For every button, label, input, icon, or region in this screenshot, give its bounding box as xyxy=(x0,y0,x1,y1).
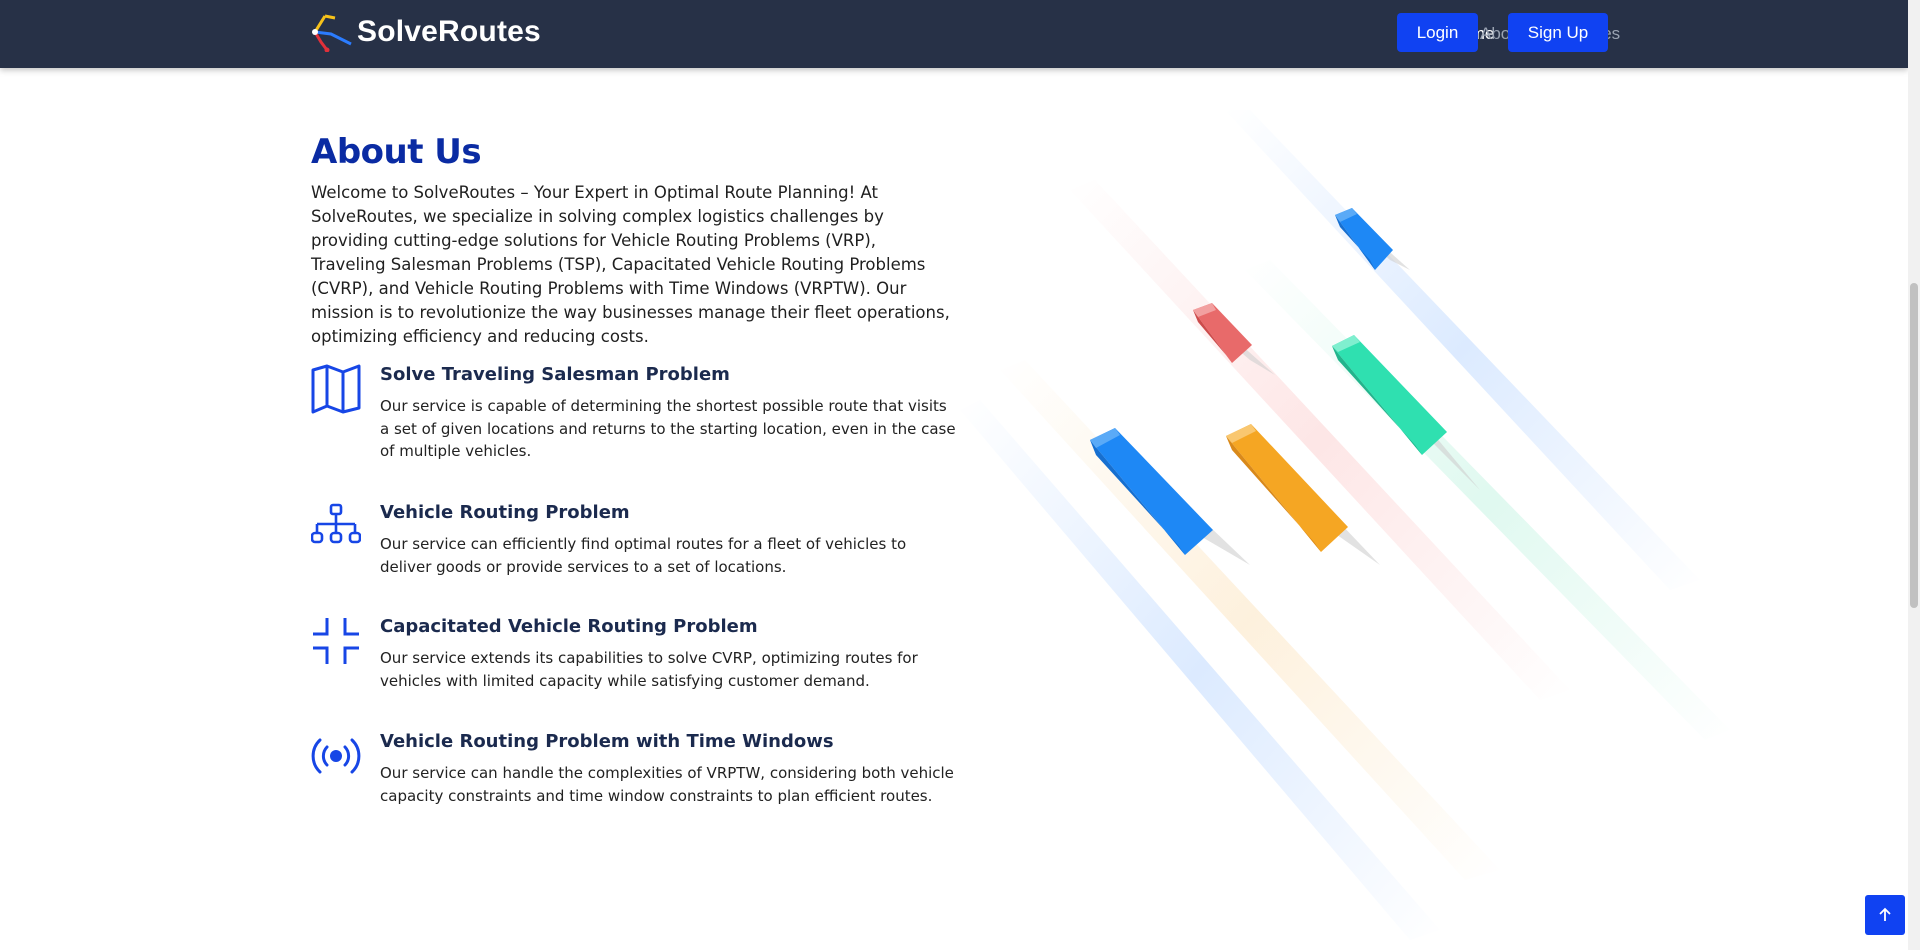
login-button[interactable]: Login xyxy=(1397,13,1478,52)
navbar: SolveRoutes Home About Services Login Si… xyxy=(0,0,1908,68)
feature-vrptw: Vehicle Routing Problem with Time Window… xyxy=(311,731,954,821)
broadcast-icon xyxy=(311,738,361,774)
feature-description: Our service extends its capabilities to … xyxy=(380,649,918,690)
feature-vrp: Vehicle Routing Problem Our service can … xyxy=(311,502,951,592)
feature-title: Solve Traveling Salesman Problem xyxy=(380,364,730,385)
signup-button[interactable]: Sign Up xyxy=(1508,13,1608,52)
arrow-up-icon xyxy=(1879,907,1891,921)
feature-cvrp: Capacitated Vehicle Routing Problem Our … xyxy=(311,616,951,706)
feature-title: Vehicle Routing Problem with Time Window… xyxy=(380,731,834,752)
feature-title: Capacitated Vehicle Routing Problem xyxy=(380,616,758,637)
about-intro: Welcome to SolveRoutes – Your Expert in … xyxy=(311,183,950,346)
map-icon xyxy=(311,364,361,414)
route-logo-icon xyxy=(312,14,352,52)
page-scrollbar[interactable] xyxy=(1908,0,1920,950)
brand-logo[interactable]: SolveRoutes xyxy=(311,12,541,52)
back-to-top-button[interactable] xyxy=(1865,895,1905,935)
feature-tsp: Solve Traveling Salesman Problem Our ser… xyxy=(311,364,956,474)
feature-description: Our service is capable of determining th… xyxy=(380,397,956,460)
feature-description: Our service can handle the complexities … xyxy=(380,764,954,805)
diagram-icon xyxy=(311,503,361,544)
scrollbar-thumb[interactable] xyxy=(1910,283,1918,608)
feature-description: Our service can efficiently find optimal… xyxy=(380,535,907,576)
feature-title: Vehicle Routing Problem xyxy=(380,502,630,523)
brand-name: SolveRoutes xyxy=(357,15,541,48)
vehicles-illustration xyxy=(960,110,1730,940)
fullscreen-exit-icon xyxy=(313,618,359,664)
about-title: About Us xyxy=(311,132,482,172)
